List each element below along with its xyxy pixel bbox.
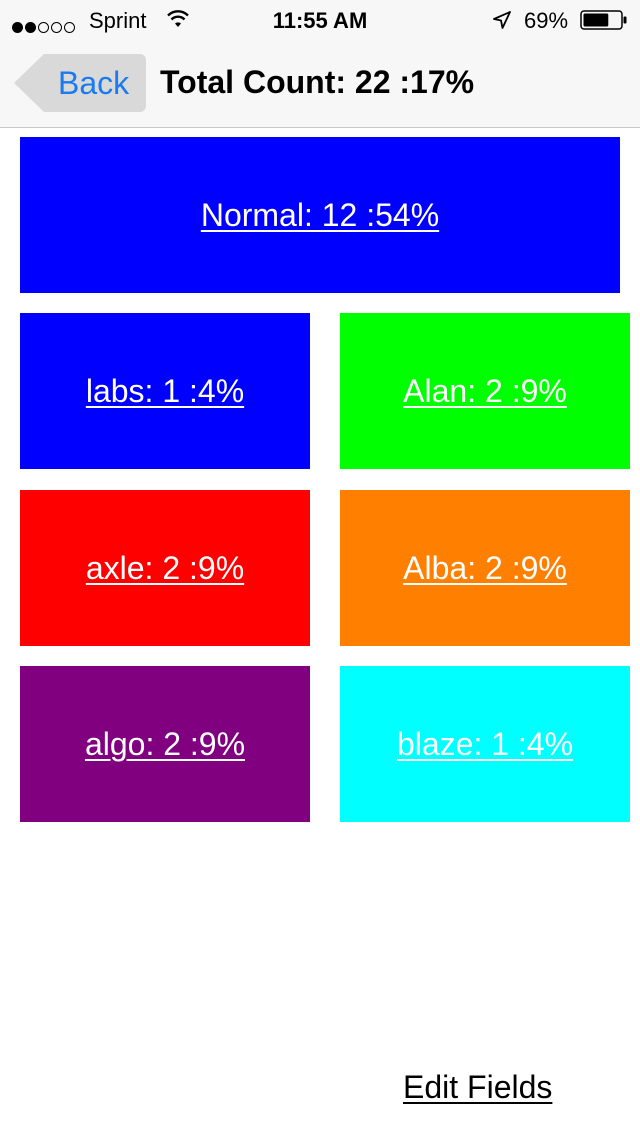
tile-algo-label: algo: 2 :9% bbox=[84, 725, 246, 762]
battery-icon bbox=[580, 10, 628, 36]
location-arrow-icon bbox=[492, 10, 512, 36]
tile-blaze-label: blaze: 1 :4% bbox=[396, 725, 574, 762]
tile-labs-label: labs: 1 :4% bbox=[85, 372, 245, 409]
tile-normal[interactable]: Normal: 12 :54% bbox=[20, 137, 620, 293]
tile-labs[interactable]: labs: 1 :4% bbox=[20, 313, 310, 469]
tile-axle[interactable]: axle: 2 :9% bbox=[20, 490, 310, 646]
tile-normal-label: Normal: 12 :54% bbox=[200, 196, 440, 233]
tile-alba[interactable]: Alba: 2 :9% bbox=[340, 490, 630, 646]
page-title: Total Count: 22 :17% bbox=[160, 64, 475, 100]
back-button[interactable]: Back bbox=[14, 54, 146, 112]
status-bar: Sprint 11:55 AM 69% bbox=[0, 0, 640, 40]
tile-algo[interactable]: algo: 2 :9% bbox=[20, 666, 310, 822]
tile-alba-label: Alba: 2 :9% bbox=[403, 549, 567, 586]
edit-fields-link[interactable]: Edit Fields bbox=[403, 1069, 552, 1106]
tile-blaze[interactable]: blaze: 1 :4% bbox=[340, 666, 630, 822]
app-screen: Sprint 11:55 AM 69% Back Total Count: 22… bbox=[0, 0, 640, 1136]
navigation-bar: Back Total Count: 22 :17% bbox=[0, 40, 640, 128]
back-button-label: Back bbox=[58, 65, 130, 101]
tile-alan-label: Alan: 2 :9% bbox=[403, 372, 567, 409]
battery-percent: 69% bbox=[524, 8, 569, 33]
tile-axle-label: axle: 2 :9% bbox=[85, 549, 245, 586]
tile-alan[interactable]: Alan: 2 :9% bbox=[340, 313, 630, 469]
